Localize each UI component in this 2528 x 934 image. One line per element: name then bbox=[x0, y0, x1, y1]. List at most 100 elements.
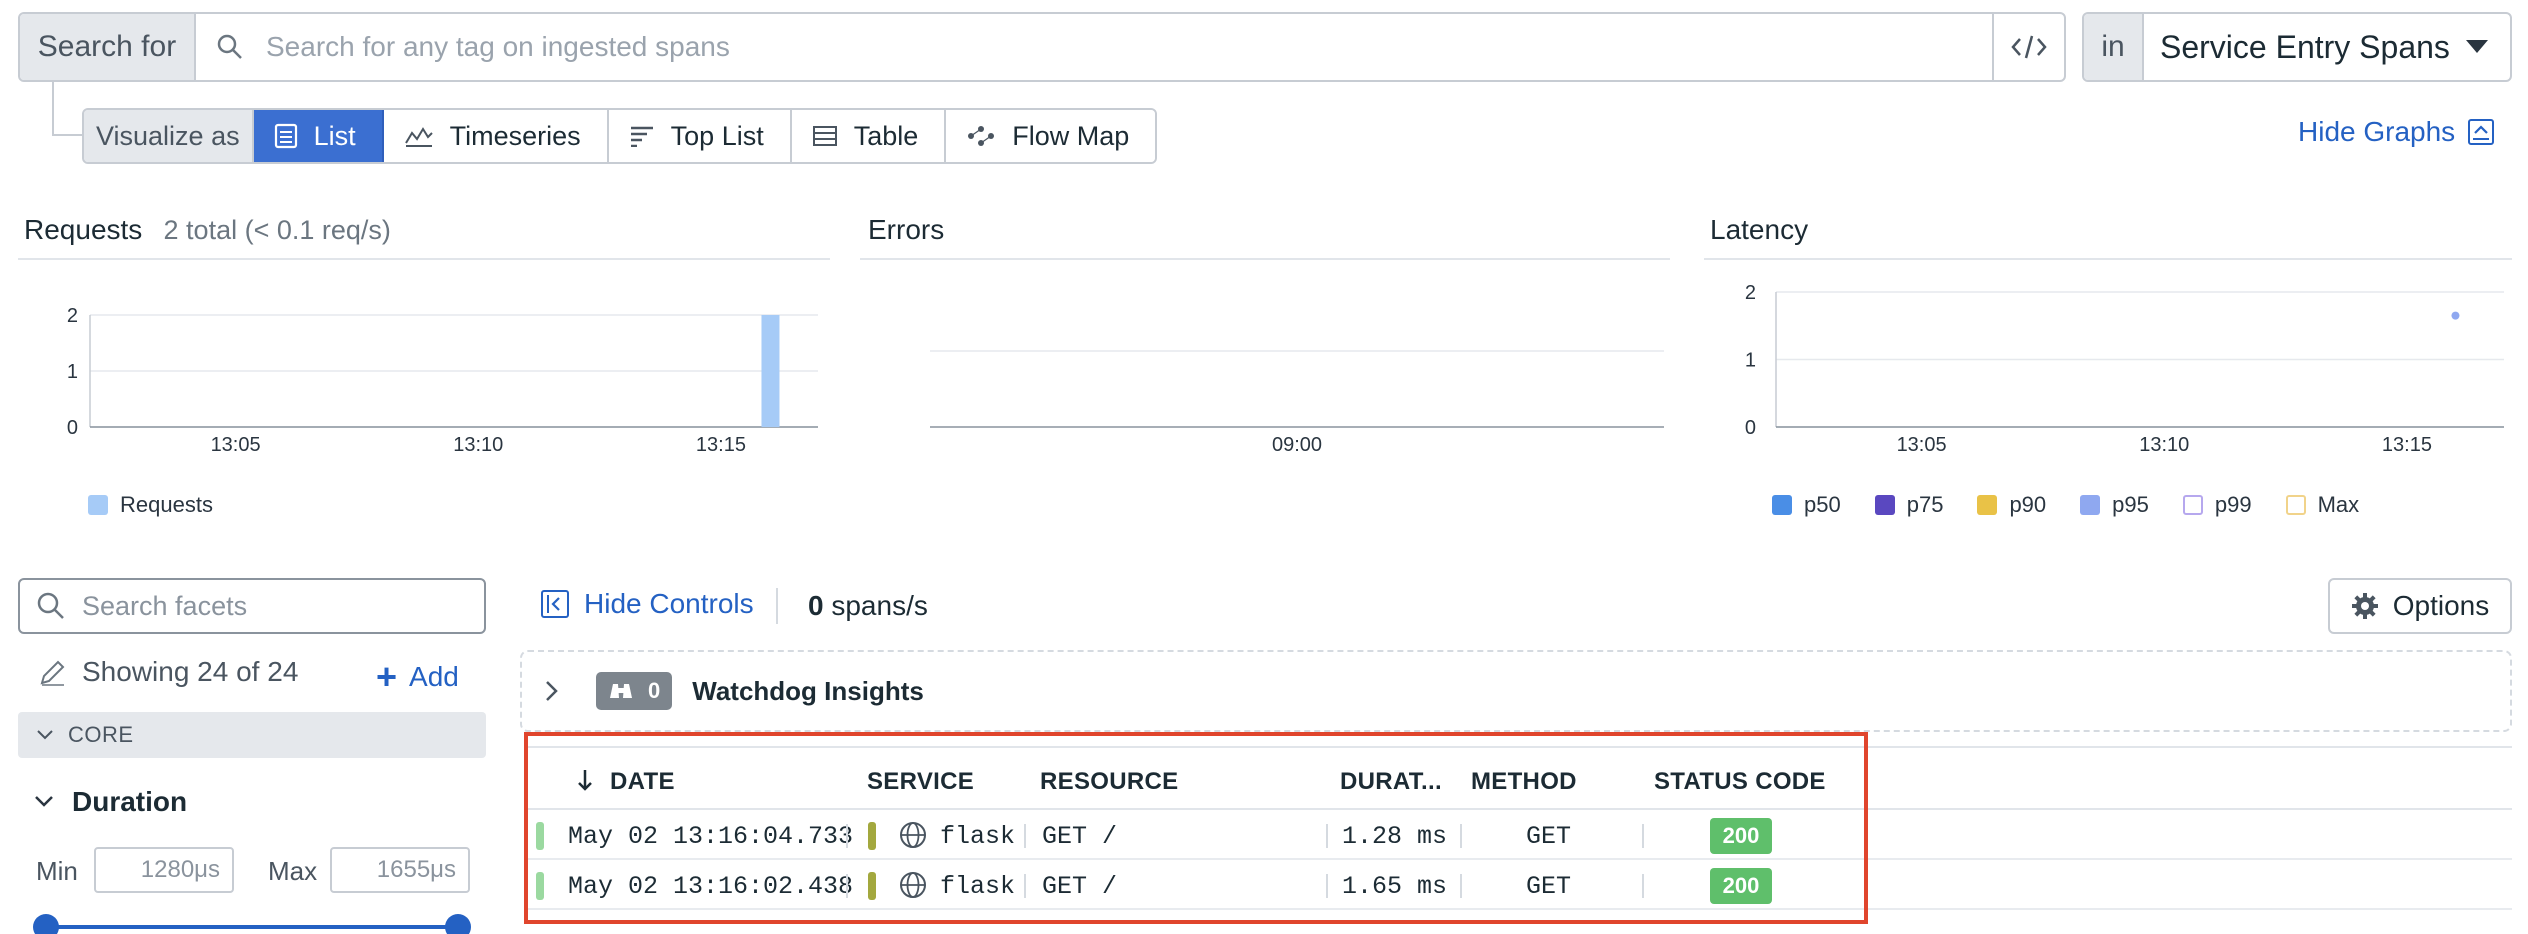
legend-item-p90[interactable]: p90 bbox=[1977, 492, 2046, 518]
scope-dropdown[interactable]: Service Entry Spans bbox=[2144, 14, 2510, 80]
legend-swatch bbox=[88, 495, 108, 515]
duration-min-input[interactable]: 1280μs bbox=[94, 847, 234, 893]
table-icon bbox=[812, 125, 838, 147]
showing-label: Showing 24 of 24 bbox=[82, 656, 299, 687]
legend-label: p90 bbox=[2009, 492, 2047, 517]
search-icon bbox=[216, 33, 244, 61]
legend-label: p99 bbox=[2214, 492, 2252, 517]
duration-max-input[interactable]: 1655μs bbox=[330, 847, 470, 893]
legend-label: p50 bbox=[1804, 492, 1841, 517]
span-scope-selector[interactable]: in Service Entry Spans bbox=[2082, 12, 2512, 82]
y-tick-label: 1 bbox=[1745, 350, 1756, 372]
x-tick-label: 13:10 bbox=[2139, 434, 2189, 456]
x-tick-label: 09:00 bbox=[1272, 434, 1322, 456]
visualize-as-group: Visualize as List Timeseries Top List Ta… bbox=[82, 108, 1158, 164]
pencil-icon bbox=[38, 657, 68, 687]
duration-slider-max-handle[interactable] bbox=[445, 914, 471, 934]
add-facet-button[interactable]: + Add bbox=[376, 656, 459, 698]
duration-slider-track[interactable] bbox=[46, 925, 458, 929]
legend-swatch bbox=[2080, 495, 2101, 515]
duration-max-value: 1655μs bbox=[376, 856, 456, 883]
chevron-down-icon bbox=[34, 795, 54, 809]
legend-label: p95 bbox=[2112, 492, 2149, 517]
requests-divider bbox=[18, 258, 830, 260]
errors-panel-header: Errors bbox=[868, 214, 944, 246]
viz-table-label: Table bbox=[853, 120, 919, 151]
spans-count: 0 bbox=[808, 590, 824, 621]
legend-item-p50[interactable]: p50 bbox=[1772, 492, 1841, 518]
hide-graphs-label: Hide Graphs bbox=[2298, 116, 2456, 147]
hide-graphs-link[interactable]: Hide Graphs bbox=[2298, 116, 2495, 148]
requests-subtitle: 2 total (< 0.1 req/s) bbox=[163, 215, 391, 245]
viz-table-button[interactable]: Table bbox=[791, 110, 947, 162]
binoculars-icon bbox=[608, 680, 634, 702]
search-input[interactable] bbox=[266, 31, 1992, 63]
options-button[interactable]: Options bbox=[2328, 578, 2512, 634]
latency-divider bbox=[1704, 258, 2512, 260]
facet-showing[interactable]: Showing 24 of 24 bbox=[38, 656, 298, 688]
x-tick-label: 13:15 bbox=[696, 434, 746, 456]
connector-line bbox=[52, 82, 84, 136]
legend-item-max[interactable]: Max bbox=[2285, 492, 2359, 518]
legend-swatch bbox=[2285, 495, 2306, 515]
highlight-box bbox=[524, 732, 1868, 924]
code-icon bbox=[2010, 32, 2048, 62]
duration-min-value: 1280μs bbox=[140, 856, 220, 883]
facet-search[interactable] bbox=[18, 578, 486, 634]
caret-down-icon bbox=[2466, 40, 2488, 54]
collapse-left-icon bbox=[540, 589, 570, 619]
y-tick-label: 1 bbox=[67, 361, 78, 383]
viz-toplist-button[interactable]: Top List bbox=[608, 110, 792, 162]
duration-facet-header[interactable]: Duration bbox=[34, 786, 187, 818]
x-tick-label: 13:05 bbox=[1897, 434, 1947, 456]
options-label: Options bbox=[2392, 590, 2490, 621]
legend-item-p99[interactable]: p99 bbox=[2182, 492, 2252, 518]
legend-swatch bbox=[1977, 495, 1998, 515]
legend-swatch bbox=[1874, 495, 1895, 515]
search-field[interactable] bbox=[196, 14, 1992, 80]
x-tick-label: 13:05 bbox=[211, 434, 261, 456]
visualize-as-label: Visualize as bbox=[84, 110, 254, 162]
in-label: in bbox=[2084, 14, 2144, 80]
errors-title: Errors bbox=[868, 214, 945, 245]
facet-search-input[interactable] bbox=[82, 590, 462, 622]
core-label: CORE bbox=[68, 722, 134, 747]
watchdog-count-badge: 0 bbox=[596, 672, 673, 710]
timeseries-icon bbox=[404, 125, 434, 147]
hide-controls-link[interactable]: Hide Controls bbox=[540, 588, 754, 620]
list-icon bbox=[274, 123, 298, 149]
requests-title: Requests bbox=[24, 214, 143, 245]
viz-timeseries-button[interactable]: Timeseries bbox=[383, 110, 609, 162]
requests-legend: Requests bbox=[88, 492, 247, 518]
latency-legend: p50 p75 p90 p95 p99 Max bbox=[1772, 492, 2393, 518]
search-for-label: Search for bbox=[20, 14, 196, 80]
errors-divider bbox=[860, 258, 1670, 260]
x-tick-label: 13:15 bbox=[2382, 434, 2432, 456]
requests-panel-header: Requests 2 total (< 0.1 req/s) bbox=[24, 214, 391, 246]
latency-chart: 0 1 2 13:05 13:10 13:15 bbox=[1745, 282, 2504, 456]
latency-point-p95 bbox=[2451, 311, 2460, 320]
y-tick-label: 2 bbox=[67, 305, 78, 327]
viz-flowmap-button[interactable]: Flow Map bbox=[946, 110, 1156, 162]
plus-icon: + bbox=[376, 656, 398, 697]
core-section-header[interactable]: CORE bbox=[18, 712, 486, 758]
chevron-down-icon bbox=[36, 729, 54, 741]
viz-flowmap-label: Flow Map bbox=[1012, 120, 1130, 151]
viz-timeseries-label: Timeseries bbox=[449, 120, 581, 151]
legend-label: p75 bbox=[1906, 492, 1944, 517]
viz-list-button[interactable]: List bbox=[253, 110, 384, 162]
duration-max-label: Max bbox=[268, 856, 318, 886]
duration-slider-min-handle[interactable] bbox=[33, 914, 59, 934]
watchdog-insights-banner[interactable]: 0 Watchdog Insights bbox=[520, 650, 2512, 732]
spans-rate: 0 spans/s bbox=[808, 590, 928, 622]
duration-title: Duration bbox=[72, 786, 188, 817]
legend-item-p95[interactable]: p95 bbox=[2080, 492, 2149, 518]
legend-item-p75[interactable]: p75 bbox=[1874, 492, 1944, 518]
legend-swatch bbox=[2182, 495, 2203, 515]
watchdog-count: 0 bbox=[648, 678, 661, 703]
add-label: Add bbox=[409, 661, 459, 692]
request-bar bbox=[761, 315, 780, 427]
legend-item-requests[interactable]: Requests bbox=[88, 492, 213, 518]
query-code-toggle-button[interactable] bbox=[1992, 14, 2064, 80]
scope-value: Service Entry Spans bbox=[2160, 28, 2450, 65]
